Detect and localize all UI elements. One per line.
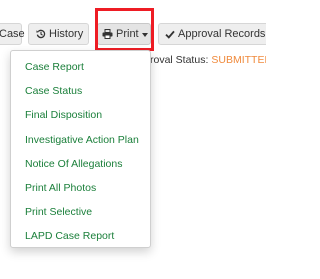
- menu-item-final-disposition[interactable]: Final Disposition: [11, 103, 150, 127]
- check-icon: [165, 30, 175, 39]
- history-button[interactable]: History: [28, 23, 89, 45]
- print-button[interactable]: Print: [97, 23, 151, 45]
- caret-down-icon: [141, 32, 148, 37]
- page: Case History Print Approval Records rova…: [0, 0, 266, 279]
- history-icon: [36, 29, 46, 39]
- approval-records-button-label: Approval Records: [178, 28, 266, 40]
- print-dropdown-menu: Case Report Case Status Final Dispositio…: [10, 50, 151, 248]
- history-button-label: History: [49, 28, 84, 40]
- menu-item-case-status[interactable]: Case Status: [11, 79, 150, 103]
- case-button-label: Case: [0, 28, 25, 40]
- approval-status-value: SUBMITTED: [211, 54, 266, 66]
- menu-item-print-all-photos[interactable]: Print All Photos: [11, 176, 150, 200]
- print-button-label: Print: [116, 28, 139, 40]
- menu-item-lapd-case-report[interactable]: LAPD Case Report: [11, 224, 150, 248]
- approval-records-button[interactable]: Approval Records: [158, 23, 266, 45]
- menu-item-investigative-action-plan[interactable]: Investigative Action Plan: [11, 128, 150, 152]
- case-button[interactable]: Case: [0, 23, 25, 45]
- menu-item-case-report[interactable]: Case Report: [11, 55, 150, 79]
- menu-item-notice-of-allegations[interactable]: Notice Of Allegations: [11, 152, 150, 176]
- print-icon: [102, 29, 113, 39]
- approval-status-label: roval Status:: [150, 54, 209, 66]
- menu-item-print-selective[interactable]: Print Selective: [11, 200, 150, 224]
- approval-status: roval Status: SUBMITTED: [150, 54, 266, 66]
